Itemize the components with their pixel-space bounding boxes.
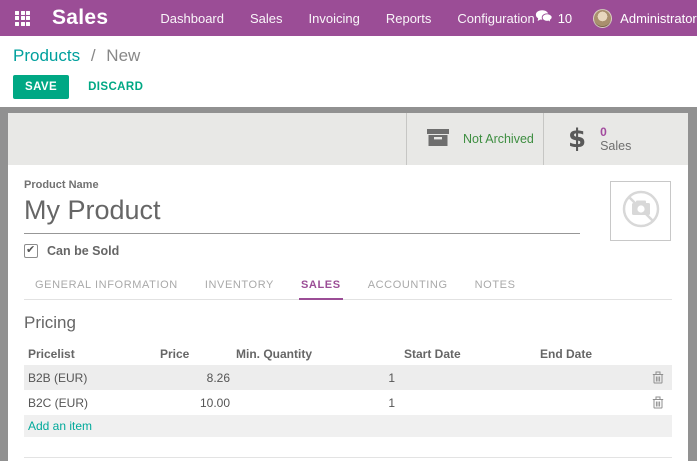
- cell-pricelist[interactable]: B2B (EUR): [24, 371, 160, 385]
- breadcrumb-current: New: [106, 46, 140, 65]
- topbar-right: 10 Administrator ▾: [535, 9, 697, 28]
- cell-min-quantity[interactable]: 1: [236, 371, 404, 385]
- sales-count: 0: [600, 126, 631, 139]
- cell-price[interactable]: 8.26: [160, 371, 236, 385]
- delete-row-button[interactable]: [652, 371, 664, 384]
- messages-count: 10: [558, 11, 572, 26]
- breadcrumb-separator: /: [91, 46, 96, 65]
- product-name-input[interactable]: [24, 192, 580, 234]
- tab-notes[interactable]: NOTES: [473, 275, 518, 299]
- can-be-sold-label: Can be Sold: [47, 244, 119, 258]
- cell-min-quantity[interactable]: 1: [236, 396, 404, 410]
- archive-status-label: Not Archived: [463, 132, 534, 146]
- can-be-sold-field: Can be Sold: [24, 244, 672, 258]
- sales-stat-button[interactable]: $ 0 Sales: [543, 113, 688, 165]
- menu-item-sales[interactable]: Sales: [250, 11, 283, 26]
- pricing-table: Pricelist Price Min. Quantity Start Date…: [24, 343, 672, 437]
- tab-inventory[interactable]: INVENTORY: [203, 275, 276, 299]
- tab-accounting[interactable]: ACCOUNTING: [366, 275, 450, 299]
- messages-button[interactable]: 10: [535, 9, 572, 27]
- save-button[interactable]: SAVE: [13, 75, 69, 99]
- pricing-table-header: Pricelist Price Min. Quantity Start Date…: [24, 343, 672, 365]
- breadcrumb: Products / New: [13, 46, 697, 66]
- col-header-end-date: End Date: [540, 347, 646, 361]
- delete-row-button[interactable]: [652, 396, 664, 409]
- archive-box-icon: [425, 125, 451, 154]
- pricing-section-title: Pricing: [24, 313, 672, 333]
- col-header-pricelist: Pricelist: [24, 347, 160, 361]
- control-panel: Products / New SAVE DISCARD: [0, 36, 697, 107]
- archive-toggle-button[interactable]: Not Archived: [406, 113, 543, 165]
- product-image-placeholder[interactable]: [610, 181, 671, 241]
- trash-icon: [652, 396, 664, 409]
- col-header-min-quantity: Min. Quantity: [236, 347, 404, 361]
- app-title: Sales: [52, 6, 108, 30]
- tab-sales[interactable]: SALES: [299, 275, 343, 300]
- form-sheet: Product Name Can be Sold GENERAL INFORMA…: [8, 165, 688, 461]
- main-menu: Dashboard Sales Invoicing Reports Config…: [160, 11, 534, 26]
- top-navbar: Sales Dashboard Sales Invoicing Reports …: [0, 0, 697, 36]
- trash-icon: [652, 371, 664, 384]
- menu-item-invoicing[interactable]: Invoicing: [309, 11, 360, 26]
- menu-item-dashboard[interactable]: Dashboard: [160, 11, 224, 26]
- form-view: Not Archived $ 0 Sales: [0, 107, 697, 461]
- section-divider: [24, 457, 672, 458]
- discard-button[interactable]: DISCARD: [82, 75, 149, 99]
- breadcrumb-products-link[interactable]: Products: [13, 46, 80, 65]
- col-header-start-date: Start Date: [404, 347, 540, 361]
- sales-stat-label: Sales: [600, 139, 631, 153]
- add-item-row: Add an item: [24, 415, 672, 437]
- stat-button-bar: Not Archived $ 0 Sales: [8, 113, 688, 165]
- menu-item-reports[interactable]: Reports: [386, 11, 432, 26]
- can-be-sold-checkbox[interactable]: [24, 244, 38, 258]
- dollar-icon: $: [568, 124, 586, 154]
- table-row[interactable]: B2B (EUR) 8.26 1: [24, 365, 672, 390]
- chat-bubbles-icon: [535, 9, 553, 27]
- cell-pricelist[interactable]: B2C (EUR): [24, 396, 160, 410]
- apps-grid-icon[interactable]: [15, 11, 30, 26]
- menu-item-configuration[interactable]: Configuration: [457, 11, 534, 26]
- user-menu[interactable]: Administrator: [620, 11, 697, 26]
- camera-slash-icon: [617, 185, 665, 238]
- user-avatar[interactable]: [593, 9, 612, 28]
- cell-price[interactable]: 10.00: [160, 396, 236, 410]
- col-header-price: Price: [160, 347, 236, 361]
- notebook-tabs: GENERAL INFORMATION INVENTORY SALES ACCO…: [24, 275, 672, 300]
- table-row[interactable]: B2C (EUR) 10.00 1: [24, 390, 672, 415]
- product-name-label: Product Name: [24, 179, 672, 191]
- add-an-item-link[interactable]: Add an item: [24, 419, 92, 433]
- tab-general-information[interactable]: GENERAL INFORMATION: [33, 275, 180, 299]
- record-actions: SAVE DISCARD: [13, 75, 697, 99]
